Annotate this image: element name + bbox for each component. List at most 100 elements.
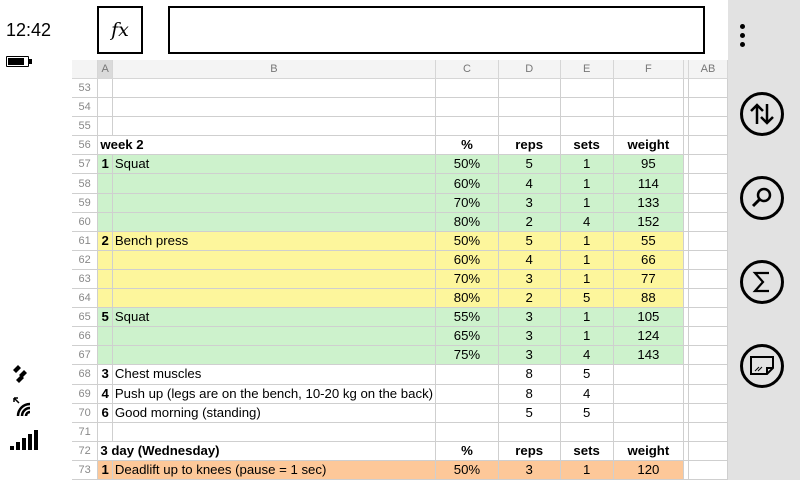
cell-e[interactable]: sets — [560, 441, 614, 461]
cell-c[interactable] — [435, 422, 499, 442]
cell-ab[interactable] — [688, 384, 728, 404]
cell-a[interactable] — [97, 116, 113, 137]
cell-a[interactable] — [97, 173, 113, 194]
cell-d[interactable] — [498, 116, 561, 137]
cell-c[interactable] — [435, 403, 499, 423]
cell-a[interactable] — [97, 326, 113, 347]
row-number[interactable]: 65 — [72, 307, 99, 328]
cell-ab[interactable] — [688, 269, 728, 290]
cell-f[interactable] — [613, 78, 684, 99]
more-options-icon[interactable] — [740, 24, 746, 51]
column-header-a[interactable]: A — [97, 60, 113, 79]
cell-ab[interactable] — [688, 135, 728, 156]
cell-c[interactable] — [435, 78, 499, 99]
cell-b[interactable]: Squat — [112, 154, 437, 175]
cell-c[interactable]: % — [435, 441, 499, 461]
cell-d[interactable]: 5 — [498, 154, 561, 175]
cell-d[interactable]: 5 — [498, 231, 561, 251]
formula-input[interactable] — [168, 6, 705, 54]
cell-ab[interactable] — [688, 422, 728, 442]
cell-b[interactable] — [112, 422, 437, 442]
cell-a[interactable] — [97, 97, 113, 118]
cell-f[interactable] — [613, 384, 684, 404]
cell-f[interactable]: 95 — [613, 154, 684, 175]
cell-ab[interactable] — [688, 250, 728, 270]
cell-d[interactable] — [498, 422, 561, 442]
function-button[interactable]: fx — [97, 6, 143, 54]
cell-d[interactable]: 3 — [498, 269, 561, 290]
cell-f[interactable]: 55 — [613, 231, 684, 251]
row-number[interactable]: 54 — [72, 97, 99, 118]
cell-f[interactable]: 88 — [613, 288, 684, 309]
row-number[interactable]: 58 — [72, 173, 99, 194]
cell-e[interactable]: 1 — [560, 250, 614, 270]
row-number[interactable]: 66 — [72, 326, 99, 347]
cell-e[interactable]: 1 — [560, 193, 614, 213]
row-number[interactable]: 59 — [72, 193, 99, 213]
row-number[interactable]: 67 — [72, 345, 99, 366]
column-header-d[interactable]: D — [498, 60, 561, 79]
row-number[interactable]: 61 — [72, 231, 99, 251]
cell-c[interactable]: 60% — [435, 173, 499, 194]
cell-e[interactable]: 5 — [560, 364, 614, 385]
cell-c[interactable]: 70% — [435, 269, 499, 290]
cell-c[interactable]: 50% — [435, 154, 499, 175]
cell-ab[interactable] — [688, 231, 728, 251]
cell-a[interactable]: 3 — [97, 364, 113, 385]
sort-button[interactable] — [740, 92, 784, 136]
cell-e[interactable] — [560, 97, 614, 118]
cell-d[interactable]: 5 — [498, 403, 561, 423]
cell-c[interactable]: 50% — [435, 460, 499, 480]
cell-ab[interactable] — [688, 78, 728, 99]
cell-d[interactable]: reps — [498, 135, 561, 156]
row-number[interactable]: 60 — [72, 212, 99, 232]
cell-f[interactable]: 105 — [613, 307, 684, 328]
cell-a[interactable] — [97, 288, 113, 309]
cell-ab[interactable] — [688, 212, 728, 232]
cell-c[interactable]: 75% — [435, 345, 499, 366]
cell-f[interactable] — [613, 403, 684, 423]
cell-b[interactable] — [112, 193, 437, 213]
cell-a[interactable]: 2 — [97, 231, 113, 251]
cell-e[interactable] — [560, 116, 614, 137]
cell-a[interactable]: 5 — [97, 307, 113, 328]
section-title-cell[interactable]: week 2 — [97, 135, 437, 156]
cell-f[interactable]: 124 — [613, 326, 684, 347]
cell-c[interactable]: % — [435, 135, 499, 156]
cell-e[interactable]: 1 — [560, 460, 614, 480]
cell-b[interactable] — [112, 173, 437, 194]
cell-a[interactable] — [97, 212, 113, 232]
cell-ab[interactable] — [688, 345, 728, 366]
cell-c[interactable]: 55% — [435, 307, 499, 328]
row-number[interactable]: 70 — [72, 403, 99, 423]
cell-c[interactable] — [435, 97, 499, 118]
cell-d[interactable] — [498, 97, 561, 118]
cell-f[interactable]: 120 — [613, 460, 684, 480]
cell-b[interactable] — [112, 78, 437, 99]
cell-ab[interactable] — [688, 173, 728, 194]
cell-f[interactable]: weight — [613, 135, 684, 156]
cell-b[interactable]: Squat — [112, 307, 437, 328]
cell-c[interactable]: 70% — [435, 193, 499, 213]
cell-b[interactable]: Push up (legs are on the bench, 10-20 kg… — [112, 384, 437, 404]
cell-e[interactable]: 1 — [560, 269, 614, 290]
cell-ab[interactable] — [688, 307, 728, 328]
cell-ab[interactable] — [688, 403, 728, 423]
cell-a[interactable] — [97, 345, 113, 366]
cell-e[interactable]: 1 — [560, 173, 614, 194]
column-header-c[interactable]: C — [435, 60, 499, 79]
column-header-f[interactable]: F — [613, 60, 684, 79]
row-number[interactable]: 73 — [72, 460, 99, 480]
cell-b[interactable] — [112, 345, 437, 366]
spreadsheet-grid[interactable]: A B C D E F AB 53 54 55 56 week 2% reps sets we… — [72, 60, 728, 480]
cell-d[interactable]: 3 — [498, 307, 561, 328]
row-number[interactable]: 62 — [72, 250, 99, 270]
cell-d[interactable]: 2 — [498, 212, 561, 232]
cell-ab[interactable] — [688, 154, 728, 175]
cell-d[interactable]: 3 — [498, 326, 561, 347]
cell-e[interactable]: 5 — [560, 403, 614, 423]
cell-d[interactable]: 3 — [498, 460, 561, 480]
column-header-e[interactable]: E — [560, 60, 614, 79]
cell-b[interactable] — [112, 97, 437, 118]
column-header-b[interactable]: B — [112, 60, 437, 79]
